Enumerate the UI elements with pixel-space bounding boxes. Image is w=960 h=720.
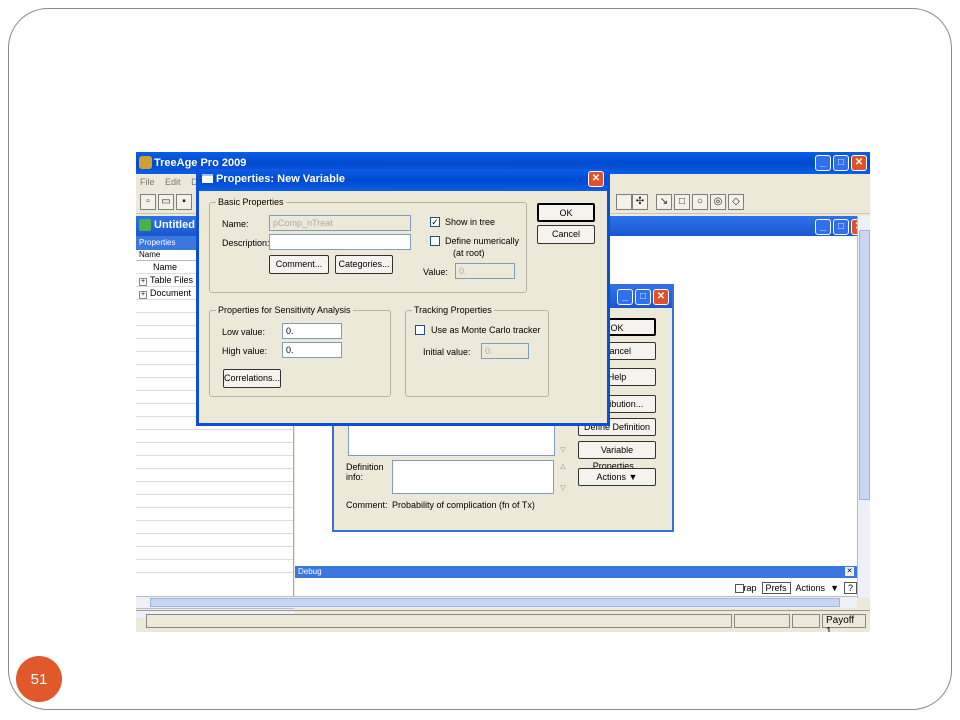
status-bar: Payoff 1 (136, 610, 870, 632)
expand-icon[interactable]: + (139, 278, 147, 286)
debug-help-button[interactable]: ? (843, 582, 857, 594)
window-icon (202, 174, 213, 183)
prefs-button[interactable]: Prefs (761, 582, 791, 594)
description-field[interactable] (269, 234, 411, 250)
debug-actions-menu[interactable]: Actions (796, 583, 826, 593)
define-numerically-checkbox[interactable] (430, 236, 440, 246)
name-label: Name: (222, 219, 249, 229)
name-field[interactable]: pComp_nTreat (269, 215, 411, 231)
debug-title: Debug (298, 567, 322, 576)
menu-edit[interactable]: Edit (165, 177, 181, 187)
basic-properties-legend: Basic Properties (218, 197, 284, 207)
save-disk-icon[interactable]: ▪ (176, 194, 192, 210)
vd-variable-properties-button[interactable]: Variable Properties... (578, 441, 656, 471)
value-field[interactable]: 0. (455, 263, 515, 279)
value-label: Value: (423, 267, 448, 277)
scroll-down-icon[interactable]: ▽ (558, 446, 568, 456)
branch-line-icon[interactable]: ↘ (656, 194, 672, 210)
initial-value-label: Initial value: (423, 347, 471, 357)
properties-dialog: Properties: New Variable ✕ Basic Propert… (196, 166, 610, 426)
high-value-label: High value: (222, 346, 268, 356)
scroll-down-icon[interactable]: ▽ (558, 484, 568, 494)
maximize-button[interactable]: □ (833, 155, 849, 171)
status-payoff: Payoff 1 (822, 614, 866, 632)
document-title: Untitled (154, 219, 195, 231)
debug-header: Debug ✕ (295, 566, 857, 578)
vertical-scrollbar[interactable] (857, 216, 870, 598)
slide-number-badge: 51 (16, 656, 62, 702)
initial-value-field[interactable]: 0. (481, 343, 529, 359)
close-button[interactable]: ✕ (851, 155, 867, 171)
at-root-label: (at root) (453, 248, 485, 258)
scroll-up-icon[interactable]: △ (558, 462, 568, 472)
vd-maximize-button[interactable]: □ (635, 289, 651, 305)
dropdown-arrow-icon[interactable]: ▼ (830, 583, 839, 593)
monte-carlo-tracker-label: Use as Monte Carlo tracker (431, 325, 541, 335)
document-icon (139, 219, 151, 231)
logic-node-icon[interactable]: ◇ (728, 194, 744, 210)
debug-close-icon[interactable]: ✕ (845, 567, 854, 576)
comment-value: Probability of complication (fn of Tx) (392, 500, 535, 510)
minimize-button[interactable]: _ (815, 155, 831, 171)
vd-close-button[interactable]: ✕ (653, 289, 669, 305)
show-in-tree-checkbox[interactable]: ✓ (430, 217, 440, 227)
correlations-button[interactable]: Correlations... (223, 369, 281, 388)
vertical-scroll-thumb[interactable] (859, 230, 870, 500)
markov-node-icon[interactable]: ◎ (710, 194, 726, 210)
doc-minimize-button[interactable]: _ (815, 219, 831, 235)
move-node-icon[interactable]: ✣ (632, 194, 648, 210)
new-file-icon[interactable]: ▫ (140, 194, 156, 210)
comment-label: Comment: (346, 500, 388, 510)
description-label: Description: (222, 238, 270, 248)
cancel-button[interactable]: Cancel (537, 225, 595, 244)
toolbar-partial-icon[interactable] (616, 194, 632, 210)
low-value-label: Low value: (222, 327, 266, 337)
chance-node-icon[interactable]: ○ (692, 194, 708, 210)
horizontal-scrollbar[interactable] (136, 596, 857, 608)
expand-icon[interactable]: + (139, 291, 147, 299)
status-field-2 (734, 614, 790, 628)
status-field-main (146, 614, 732, 628)
high-value-field[interactable]: 0. (282, 342, 342, 358)
comment-button[interactable]: Comment... (269, 255, 329, 274)
open-folder-icon[interactable]: ▭ (158, 194, 174, 210)
properties-dialog-title-bar: Properties: New Variable ✕ (199, 169, 607, 191)
debug-panel: Debug ✕ Wrap Prefs Actions ▼ ? (295, 566, 857, 598)
definition-info-label: Definition info: (346, 462, 384, 482)
properties-dialog-title: Properties: New Variable (216, 173, 345, 185)
low-value-field[interactable]: 0. (282, 323, 342, 339)
treeage-app-icon (139, 156, 152, 169)
menu-file[interactable]: File (140, 177, 155, 187)
vd-actions-button[interactable]: Actions ▼ (578, 468, 656, 486)
dialog-close-icon[interactable]: ✕ (588, 171, 604, 187)
decision-node-icon[interactable]: □ (674, 194, 690, 210)
debug-toolbar: Wrap Prefs Actions ▼ ? (735, 582, 857, 594)
ok-button[interactable]: OK (537, 203, 595, 222)
sensitivity-analysis-legend: Properties for Sensitivity Analysis (218, 305, 351, 315)
horizontal-scroll-thumb[interactable] (150, 598, 840, 607)
show-in-tree-label: Show in tree (445, 217, 496, 227)
doc-maximize-button[interactable]: □ (833, 219, 849, 235)
categories-button[interactable]: Categories... (335, 255, 393, 274)
app-screenshot: TreeAge Pro 2009 _ □ ✕ File Edit Di ▫ ▭ … (136, 152, 870, 632)
wrap-checkbox[interactable] (735, 583, 745, 593)
vd-minimize-button[interactable]: _ (617, 289, 633, 305)
tracking-properties-legend: Tracking Properties (414, 305, 492, 315)
definition-info-box[interactable] (392, 460, 554, 494)
monte-carlo-tracker-checkbox[interactable] (415, 325, 425, 335)
dropdown-arrow-icon: ▼ (628, 472, 638, 482)
define-numerically-label: Define numerically (445, 236, 520, 246)
status-field-3 (792, 614, 820, 628)
